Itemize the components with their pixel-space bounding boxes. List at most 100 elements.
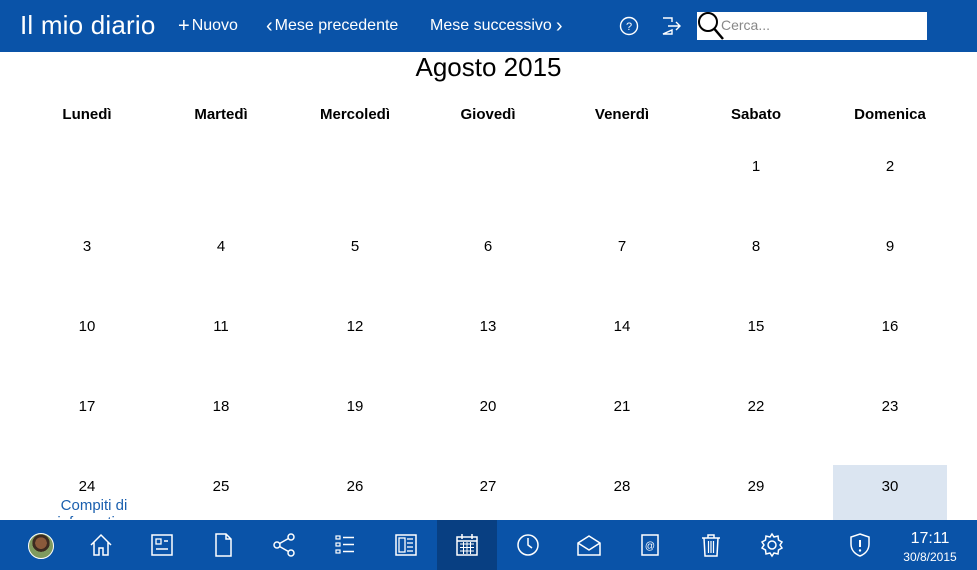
day-cell[interactable]: 11 xyxy=(164,310,278,385)
dashboard-icon xyxy=(151,534,173,556)
day-cell[interactable]: 10 xyxy=(30,310,144,385)
day-cell[interactable]: 3 xyxy=(30,230,144,305)
dashboard-button[interactable] xyxy=(132,520,192,570)
search-input[interactable] xyxy=(721,14,921,36)
day-number: 15 xyxy=(747,318,765,335)
settings-icon xyxy=(760,532,784,558)
share-icon xyxy=(273,533,295,557)
clock-time: 17:11 xyxy=(910,530,950,547)
day-cell[interactable]: 9 xyxy=(833,230,947,305)
previous-month-button[interactable]: ‹ Mese precedente xyxy=(266,16,398,36)
settings-button[interactable] xyxy=(742,520,802,570)
day-cell-today[interactable]: 30 xyxy=(833,465,947,520)
day-number: 17 xyxy=(78,398,96,415)
next-month-button[interactable]: Mese successivo › xyxy=(430,16,563,36)
share-button[interactable] xyxy=(254,520,314,570)
clock-button[interactable] xyxy=(498,520,558,570)
mail-button[interactable] xyxy=(559,520,619,570)
day-cell[interactable]: 16 xyxy=(833,310,947,385)
day-number: 4 xyxy=(216,238,226,255)
day-number: 25 xyxy=(212,478,230,495)
day-cell[interactable]: 5 xyxy=(298,230,412,305)
day-cell[interactable]: 7 xyxy=(565,230,679,305)
event-entry[interactable]: Compiti di informatica xyxy=(44,497,144,519)
logout-icon[interactable] xyxy=(660,15,682,37)
svg-text:@: @ xyxy=(645,541,655,552)
chevron-right-icon: › xyxy=(555,15,563,37)
document-icon xyxy=(215,533,232,557)
app-title: Il mio diario xyxy=(20,10,156,40)
day-cell[interactable]: 23 xyxy=(833,390,947,465)
top-bar: Il mio diario + Nuovo ‹ Mese precedente … xyxy=(0,0,977,52)
weekday-thursday: Giovedì xyxy=(460,106,516,123)
weekday-wednesday: Mercoledì xyxy=(319,106,391,123)
day-number: 18 xyxy=(212,398,230,415)
day-number: 5 xyxy=(350,238,360,255)
day-cell[interactable] xyxy=(30,150,144,225)
day-cell[interactable]: 12 xyxy=(298,310,412,385)
day-cell[interactable] xyxy=(565,150,679,225)
day-cell[interactable]: 17 xyxy=(30,390,144,465)
day-number: 14 xyxy=(613,318,631,335)
weekday-sunday: Domenica xyxy=(854,106,926,123)
weekday-monday: Lunedì xyxy=(62,106,112,123)
month-title: Agosto 2015 xyxy=(415,52,562,82)
day-number: 11 xyxy=(213,318,229,335)
day-cell[interactable]: 8 xyxy=(699,230,813,305)
search-box[interactable] xyxy=(697,12,927,40)
contacts-icon: @ xyxy=(641,534,659,556)
day-cell[interactable]: 27 xyxy=(431,470,545,520)
day-number: 21 xyxy=(613,398,631,415)
day-cell[interactable]: 25 xyxy=(164,470,278,520)
day-cell[interactable]: 26 xyxy=(298,470,412,520)
day-number: 16 xyxy=(881,318,899,335)
home-icon xyxy=(90,533,112,556)
day-number: 12 xyxy=(346,318,364,335)
day-cell[interactable]: 4 xyxy=(164,230,278,305)
day-number: 13 xyxy=(479,318,497,335)
day-number: 7 xyxy=(617,238,627,255)
day-cell[interactable]: 2 xyxy=(833,150,947,225)
help-icon[interactable]: ? xyxy=(618,15,640,37)
day-cell[interactable]: 6 xyxy=(431,230,545,305)
plus-icon: + xyxy=(178,15,190,37)
new-button-label: Nuovo xyxy=(191,17,238,34)
day-number: 2 xyxy=(885,158,895,175)
security-button[interactable] xyxy=(830,520,890,570)
day-cell[interactable]: 29 xyxy=(699,470,813,520)
day-number: 10 xyxy=(78,318,96,335)
newspaper-icon xyxy=(395,534,417,556)
clock-date: 30/8/2015 xyxy=(903,550,957,564)
day-number: 9 xyxy=(885,238,895,255)
list-icon xyxy=(335,535,354,554)
calendar-button[interactable] xyxy=(437,520,497,570)
day-cell[interactable]: 20 xyxy=(431,390,545,465)
new-button[interactable]: + Nuovo xyxy=(178,16,238,36)
day-number: 26 xyxy=(346,478,364,495)
chevron-left-icon: ‹ xyxy=(266,15,273,37)
document-button[interactable] xyxy=(193,520,253,570)
day-cell[interactable]: 19 xyxy=(298,390,412,465)
user-avatar[interactable] xyxy=(28,533,54,559)
svg-text:?: ? xyxy=(626,21,632,33)
day-cell[interactable]: 22 xyxy=(699,390,813,465)
newspaper-button[interactable] xyxy=(376,520,436,570)
day-number: 27 xyxy=(479,478,497,495)
trash-button[interactable] xyxy=(681,520,741,570)
day-cell[interactable]: 18 xyxy=(164,390,278,465)
shield-icon xyxy=(850,533,870,557)
contacts-button[interactable]: @ xyxy=(620,520,680,570)
day-cell[interactable]: 1 xyxy=(699,150,813,225)
day-number: 8 xyxy=(751,238,761,255)
day-cell[interactable]: 14 xyxy=(565,310,679,385)
day-cell[interactable] xyxy=(164,150,278,225)
day-cell[interactable]: 21 xyxy=(565,390,679,465)
list-button[interactable] xyxy=(315,520,375,570)
day-cell[interactable]: 15 xyxy=(699,310,813,385)
home-button[interactable] xyxy=(71,520,131,570)
clock-icon xyxy=(517,534,539,556)
day-cell[interactable] xyxy=(431,150,545,225)
day-cell[interactable]: 13 xyxy=(431,310,545,385)
day-cell[interactable] xyxy=(298,150,412,225)
day-cell[interactable]: 28 xyxy=(565,470,679,520)
